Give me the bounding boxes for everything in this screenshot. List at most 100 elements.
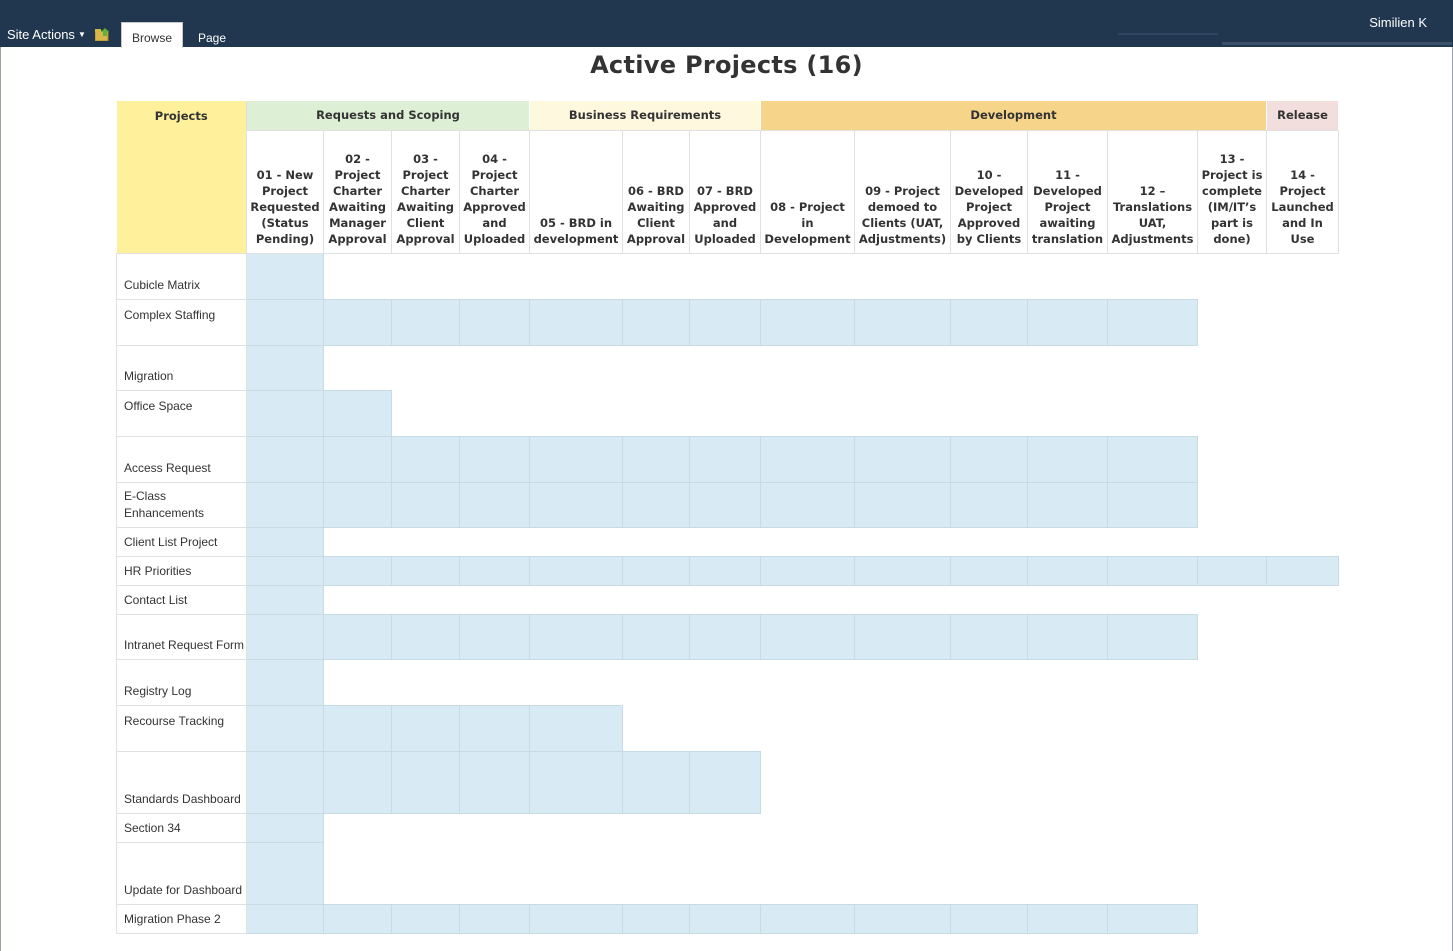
progress-cell-empty (1107, 705, 1198, 751)
project-name[interactable]: Complex Staffing (116, 299, 247, 346)
project-name[interactable]: Registry Log (116, 659, 247, 706)
site-actions-menu[interactable]: Site Actions ▼ (7, 27, 86, 42)
progress-cell-empty (459, 253, 530, 299)
progress-cell-filled (689, 298, 761, 346)
progress-cell-empty (854, 705, 951, 751)
navigate-up-icon[interactable] (95, 28, 110, 41)
progress-cell-filled (529, 903, 623, 934)
progress-cell-empty (1027, 813, 1108, 842)
stage-header: 09 - Project demoed to Clients (UAT, Adj… (854, 130, 951, 254)
project-name[interactable]: HR Priorities (116, 556, 247, 586)
progress-cell-empty (950, 345, 1028, 390)
progress-cell-empty (529, 585, 623, 614)
project-name[interactable]: Access Request (116, 436, 247, 483)
progress-cell-filled (246, 704, 324, 752)
progress-cell-filled (689, 555, 761, 586)
progress-cell-empty (323, 842, 392, 904)
progress-cell-filled (459, 750, 530, 814)
progress-cell-empty (1197, 751, 1267, 813)
progress-cell-empty (950, 527, 1028, 556)
progress-cell-filled (760, 555, 855, 586)
progress-cell-empty (391, 659, 460, 705)
project-name[interactable]: Standards Dashboard (116, 751, 247, 814)
project-name[interactable]: Update for Dashboard (116, 842, 247, 905)
progress-cell-empty (529, 390, 623, 436)
progress-cell-empty (1107, 813, 1198, 842)
progress-cell-empty (1197, 842, 1267, 904)
progress-cell-empty (1197, 614, 1267, 659)
stage-header: 11 - Developed Project awaiting translat… (1027, 130, 1108, 254)
project-name[interactable]: Contact List (116, 585, 247, 615)
progress-cell-empty (391, 390, 460, 436)
table-row: Migration (116, 344, 1339, 391)
progress-cell-filled (950, 481, 1028, 528)
progress-cell-filled (391, 481, 460, 528)
table-row: Section 34 (116, 812, 1339, 843)
progress-cell-filled (529, 750, 623, 814)
progress-cell-empty (622, 842, 690, 904)
table-row: Access Request (116, 435, 1339, 483)
progress-cell-filled (622, 613, 690, 660)
progress-cell-filled (391, 704, 460, 752)
progress-cell-empty (950, 813, 1028, 842)
progress-cell-empty (1266, 345, 1339, 390)
progress-cell-filled (1027, 481, 1108, 528)
progress-cell-empty (323, 527, 392, 556)
stage-header: 05 - BRD in development (529, 130, 623, 254)
progress-cell-empty (1107, 253, 1198, 299)
progress-cell-empty (1266, 253, 1339, 299)
progress-cell-empty (391, 585, 460, 614)
progress-cell-empty (1197, 253, 1267, 299)
project-name[interactable]: Intranet Request Form (116, 614, 247, 660)
progress-cell-empty (323, 253, 392, 299)
stage-header: 03 - Project Charter Awaiting Client App… (391, 130, 460, 254)
progress-cell-filled (391, 613, 460, 660)
progress-cell-empty (1107, 842, 1198, 904)
progress-cell-empty (1266, 527, 1339, 556)
phase-release: Release (1266, 101, 1339, 131)
table-row: Update for Dashboard (116, 841, 1339, 905)
progress-cell-filled (1027, 555, 1108, 586)
project-name[interactable]: Section 34 (116, 813, 247, 843)
progress-cell-empty (1197, 345, 1267, 390)
project-name[interactable]: Migration Phase 2 (116, 904, 247, 934)
project-name[interactable]: Migration (116, 345, 247, 391)
progress-cell-empty (950, 751, 1028, 813)
tab-browse[interactable]: Browse (121, 22, 183, 48)
project-name[interactable]: Cubicle Matrix (116, 253, 247, 300)
project-name[interactable]: E-Class Enhancements (116, 482, 247, 528)
progress-cell-empty (1197, 813, 1267, 842)
table-row: Complex Staffing (116, 298, 1339, 346)
tab-page[interactable]: Page (198, 31, 226, 45)
progress-cell-filled (760, 435, 855, 483)
ribbon-bar: Site Actions ▼ Browse Page Similien K (0, 0, 1453, 48)
progress-cell-empty (459, 345, 530, 390)
project-name[interactable]: Client List Project (116, 527, 247, 557)
progress-cell-empty (1197, 659, 1267, 705)
project-name[interactable]: Office Space (116, 390, 247, 437)
progress-cell-empty (622, 345, 690, 390)
table-row: HR Priorities (116, 555, 1339, 586)
user-menu[interactable]: Similien K (1369, 15, 1427, 30)
progress-cell-empty (760, 751, 855, 813)
progress-cell-filled (689, 613, 761, 660)
progress-cell-empty (1027, 751, 1108, 813)
progress-cell-filled (1107, 903, 1198, 934)
progress-cell-empty (529, 842, 623, 904)
project-name[interactable]: Recourse Tracking (116, 705, 247, 752)
progress-cell-filled (246, 252, 324, 300)
stage-header: 10 - Developed Project Approved by Clien… (950, 130, 1028, 254)
progress-cell-empty (1266, 299, 1339, 345)
stage-header: 07 - BRD Approved and Uploaded (689, 130, 761, 254)
phase-development: Development (760, 101, 1267, 131)
table-row: Recourse Tracking (116, 704, 1339, 752)
stage-header: 04 - Project Charter Approved and Upload… (459, 130, 530, 254)
progress-cell-filled (854, 555, 951, 586)
progress-cell-empty (760, 253, 855, 299)
progress-cell-empty (854, 390, 951, 436)
progress-cell-empty (854, 751, 951, 813)
progress-cell-filled (622, 298, 690, 346)
progress-cell-empty (1107, 345, 1198, 390)
progress-cell-filled (391, 903, 460, 934)
progress-cell-empty (1027, 585, 1108, 614)
